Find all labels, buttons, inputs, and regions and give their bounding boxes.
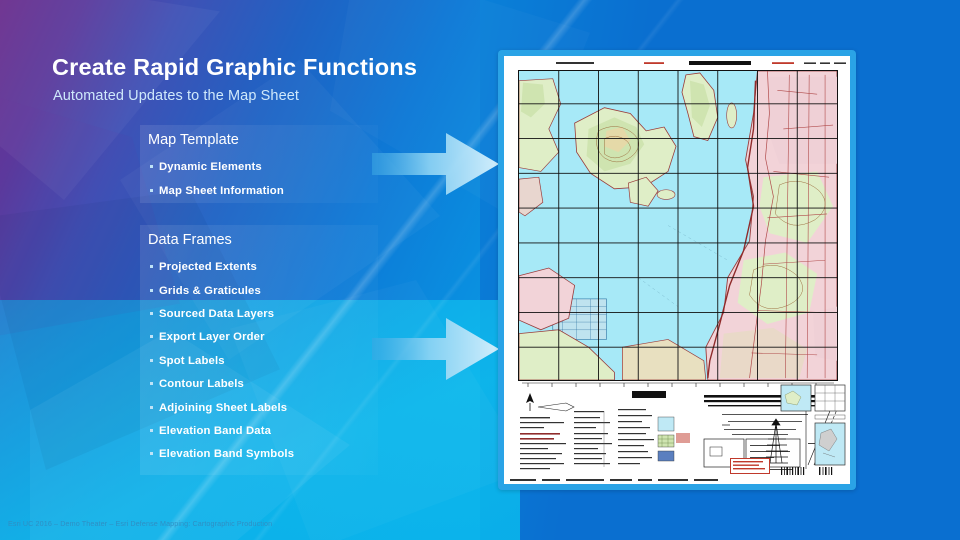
list-item[interactable]: Spot Labels (150, 355, 225, 367)
list-item-label: Export Layer Order (159, 331, 265, 343)
bullet-dot-icon (150, 359, 153, 362)
bullet-dot-icon (150, 335, 153, 338)
flow-arrow-right-icon (372, 318, 499, 380)
list-item-label: Contour Labels (159, 378, 244, 390)
list-item[interactable]: Grids & Graticules (150, 285, 261, 297)
list-item[interactable]: Elevation Band Symbols (150, 448, 294, 460)
topographic-map-graphic (519, 71, 837, 380)
flow-arrow-right-icon (372, 133, 499, 195)
map-sheet-preview[interactable] (498, 50, 856, 490)
bullet-dot-icon (150, 406, 153, 409)
list-item-label: Dynamic Elements (159, 161, 262, 173)
map-sheet-footer-strip (510, 479, 718, 481)
page-title: Create Rapid Graphic Functions (52, 54, 418, 80)
list-item[interactable]: Contour Labels (150, 378, 244, 390)
list-item[interactable]: Elevation Band Data (150, 425, 271, 437)
slide-footer: Esri UC 2016 – Demo Theater – Esri Defen… (8, 519, 273, 528)
list-item-label: Elevation Band Symbols (159, 448, 295, 460)
list-item-label: Projected Extents (159, 261, 257, 273)
list-item[interactable]: Export Layer Order (150, 331, 265, 343)
list-item[interactable]: Adjoining Sheet Labels (150, 402, 287, 414)
list-item-label: Adjoining Sheet Labels (159, 402, 288, 414)
list-item[interactable]: Dynamic Elements (150, 161, 262, 173)
list-item-label: Spot Labels (159, 355, 225, 367)
map-sheet-page (504, 56, 850, 484)
bullet-dot-icon (150, 189, 153, 192)
list-item-label: Map Sheet Information (159, 185, 284, 197)
list-item-label: Grids & Graticules (159, 285, 261, 297)
bullet-dot-icon (150, 452, 153, 455)
north-arrow-icon (526, 393, 534, 411)
index-map-panels (780, 384, 846, 475)
slide-canvas: Create Rapid Graphic Functions Automated… (0, 0, 960, 540)
list-item-label: Elevation Band Data (159, 425, 272, 437)
list-item[interactable]: Map Sheet Information (150, 185, 284, 197)
bullet-dot-icon (150, 165, 153, 168)
list-item[interactable]: Projected Extents (150, 261, 257, 273)
security-stamp (730, 458, 770, 474)
map-sheet-header (556, 61, 846, 65)
map-template-heading: Map Template (148, 132, 239, 148)
bullet-dot-icon (150, 265, 153, 268)
bullet-dot-icon (150, 429, 153, 432)
page-subtitle: Automated Updates to the Map Sheet (53, 88, 300, 104)
bullet-dot-icon (150, 382, 153, 385)
bullet-dot-icon (150, 289, 153, 292)
data-frames-heading: Data Frames (148, 232, 232, 248)
list-item[interactable]: Sourced Data Layers (150, 308, 274, 320)
map-data-frame (518, 70, 838, 381)
list-item-label: Sourced Data Layers (159, 308, 275, 320)
bullet-dot-icon (150, 312, 153, 315)
